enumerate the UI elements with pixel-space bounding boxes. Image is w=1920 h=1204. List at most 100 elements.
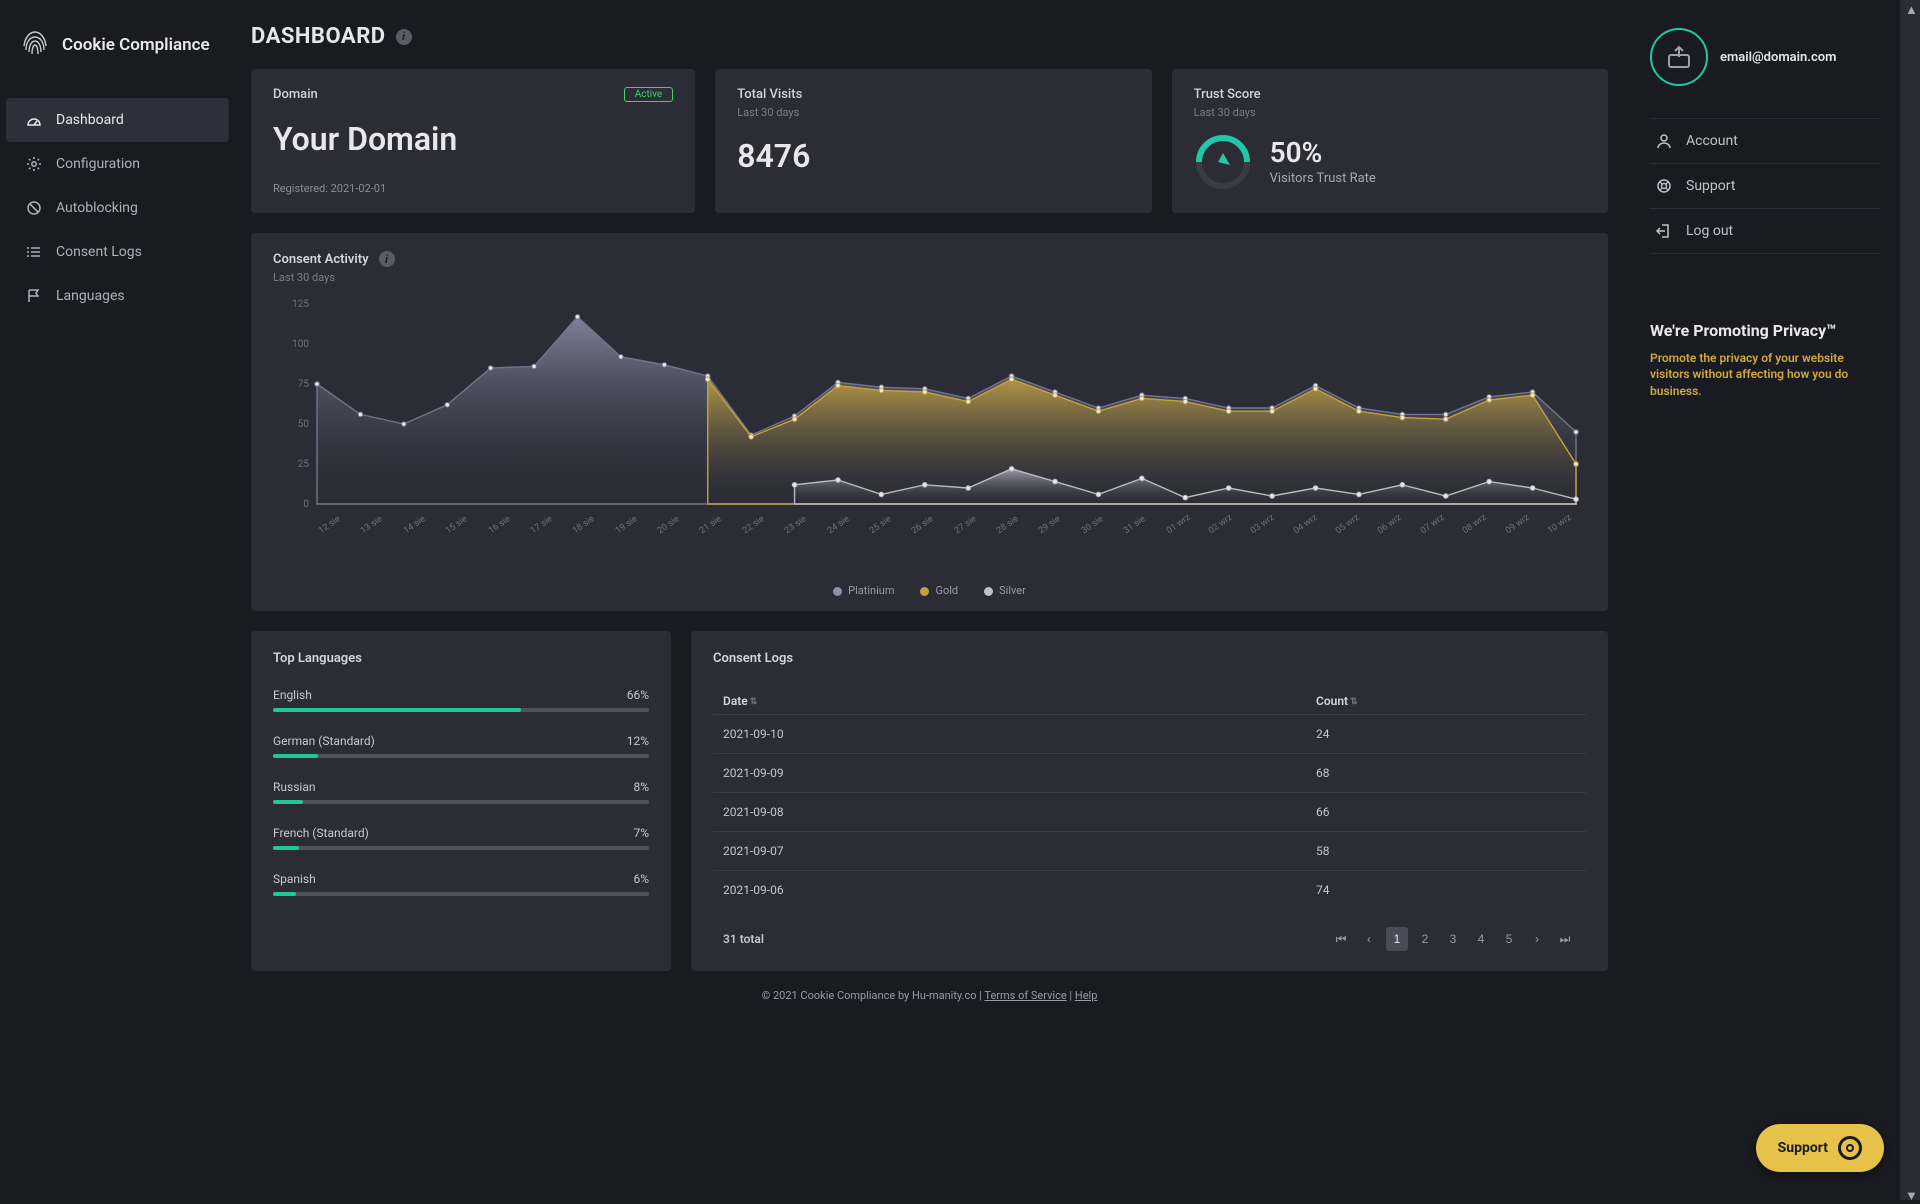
card-domain-registered: Registered: 2021-02-01 <box>273 182 673 195</box>
log-count: 68 <box>1316 766 1576 780</box>
language-row: English66% <box>273 688 649 712</box>
chart-sub: Last 30 days <box>273 271 1586 284</box>
language-row: French (Standard) 7% <box>273 826 649 850</box>
log-date: 2021-09-09 <box>723 766 1316 780</box>
scroll-down-icon[interactable]: ▼ <box>1905 1188 1915 1198</box>
table-row: 2021-09-0758 <box>713 831 1586 870</box>
card-domain-label: Domain <box>273 87 318 102</box>
column-count[interactable]: Count⇅ <box>1316 694 1576 708</box>
pager-page-3[interactable]: 3 <box>1442 927 1464 951</box>
language-pct: 6% <box>633 872 649 886</box>
log-date: 2021-09-10 <box>723 727 1316 741</box>
user-menu-label: Log out <box>1686 223 1733 239</box>
nav: Dashboard ConfigurationAutoblocking Consen… <box>0 98 235 318</box>
sort-icon: ⇅ <box>1350 697 1358 707</box>
block-icon <box>26 200 42 216</box>
footer-copyright: © 2021 Cookie Compliance by Hu-manity.co <box>762 989 977 1002</box>
sidebar-item-dashboard[interactable]: Dashboard <box>6 98 229 142</box>
footer-help[interactable]: Help <box>1075 989 1098 1002</box>
avatar[interactable] <box>1650 28 1708 86</box>
card-trust-sub: Last 30 days <box>1194 106 1586 119</box>
card-domain-value: Your Domain <box>273 120 673 158</box>
svg-text:125: 125 <box>292 299 309 310</box>
logs-title: Consent Logs <box>713 651 1586 666</box>
column-date[interactable]: Date⇅ <box>723 694 1316 708</box>
consent-chart: 0255075100125 <box>273 298 1586 528</box>
logo: Cookie Compliance <box>0 28 235 62</box>
language-row: Spanish6% <box>273 872 649 896</box>
footer-terms[interactable]: Terms of Service <box>984 989 1066 1002</box>
svg-text:75: 75 <box>298 379 310 390</box>
log-count: 74 <box>1316 883 1576 897</box>
user-menu-label: Support <box>1686 178 1735 194</box>
sidebar-item-label: Consent Logs <box>56 244 142 260</box>
card-visits: Total Visits Last 30 days 8476 <box>715 69 1151 213</box>
languages-title: Top Languages <box>273 651 649 666</box>
user-block: email@domain.com <box>1650 28 1880 86</box>
lifebuoy-icon <box>1656 178 1672 194</box>
sidebar-item-consent-logs[interactable]: Consent Logs <box>6 230 229 274</box>
language-pct: 12% <box>627 734 649 748</box>
sidebar-item-configuration[interactable]: Configuration <box>6 142 229 186</box>
user-menu-account[interactable]: Account <box>1650 118 1880 164</box>
card-trust: Trust Score Last 30 days 50% Visitors Tr… <box>1172 69 1608 213</box>
legend-gold: Gold <box>935 584 958 597</box>
pager-page-2[interactable]: 2 <box>1414 927 1436 951</box>
panel-consent-logs: Consent Logs Date⇅ Count⇅ 2021-09-10 2 4 20… <box>691 631 1608 971</box>
gauge-icon <box>26 112 42 128</box>
pager-page-4[interactable]: 4 <box>1470 927 1492 951</box>
user-menu-label: Account <box>1686 133 1738 149</box>
pager-prev[interactable]: ‹ <box>1358 927 1380 951</box>
log-count: 66 <box>1316 805 1576 819</box>
table-row: 2021-09-0674 <box>713 870 1586 909</box>
info-icon[interactable]: i <box>396 29 412 45</box>
pager-first[interactable]: ⏮ <box>1330 927 1352 951</box>
sort-icon: ⇅ <box>750 697 758 707</box>
log-count: 58 <box>1316 844 1576 858</box>
scrollbar[interactable]: ▲ ▼ <box>1900 0 1920 1200</box>
log-date: 2021-09-07 <box>723 844 1316 858</box>
chart-panel: Consent Activity i Last 30 days 02550751… <box>251 233 1608 611</box>
pager-next[interactable]: › <box>1526 927 1548 951</box>
card-visits-label: Total Visits <box>737 87 1129 102</box>
sidebar-item-autoblocking[interactable]: Autoblocking <box>6 186 229 230</box>
support-fab[interactable]: Support <box>1756 1124 1884 1172</box>
scroll-up-icon[interactable]: ▲ <box>1905 2 1915 12</box>
upload-icon <box>1665 43 1693 71</box>
card-visits-value: 8476 <box>737 137 1129 175</box>
language-name: French (Standard) <box>273 826 369 840</box>
user-menu-support[interactable]: Support <box>1650 164 1880 209</box>
chart-title: Consent Activity <box>273 252 369 267</box>
sidebar-item-languages[interactable]: Languages <box>6 274 229 318</box>
user-icon <box>1656 133 1672 149</box>
app-name: Cookie Compliance <box>62 35 210 55</box>
svg-text:50: 50 <box>298 419 310 430</box>
user-email: email@domain.com <box>1720 50 1836 65</box>
support-fab-label: Support <box>1778 1140 1828 1156</box>
card-visits-sub: Last 30 days <box>737 106 1129 119</box>
pager-page-1[interactable]: 1 <box>1386 927 1408 951</box>
pager-page-5[interactable]: 5 <box>1498 927 1520 951</box>
trust-gauge-icon <box>1194 133 1252 191</box>
promo-heading: We're Promoting Privacy™ <box>1650 320 1880 342</box>
card-trust-label: Trust Score <box>1194 87 1586 102</box>
main: DASHBOARD i Domain Active Your Domain Re… <box>235 0 1630 1200</box>
legend-platinum: Platinium <box>848 584 894 597</box>
language-name: Russian <box>273 780 315 794</box>
log-date: 2021-09-06 <box>723 883 1316 897</box>
table-row: 2021-09-0968 <box>713 753 1586 792</box>
sidebar-item-label: Dashboard <box>56 112 124 128</box>
user-menu-log-out[interactable]: Log out <box>1650 209 1880 254</box>
language-row: German (Standard)12% <box>273 734 649 758</box>
pager-last[interactable]: ⏭ <box>1554 927 1576 951</box>
promo: We're Promoting Privacy™ Promote the pri… <box>1650 320 1880 400</box>
right-pane: email@domain.com Account Support Log out W… <box>1630 0 1900 1200</box>
language-pct: 8% <box>633 780 649 794</box>
svg-text:25: 25 <box>298 459 310 470</box>
gear-icon <box>26 156 42 172</box>
language-pct: 7% <box>633 826 649 840</box>
page-title-text: DASHBOARD <box>251 24 386 49</box>
logout-icon <box>1656 223 1672 239</box>
info-icon[interactable]: i <box>379 251 395 267</box>
log-date: 2021-09-08 <box>723 805 1316 819</box>
